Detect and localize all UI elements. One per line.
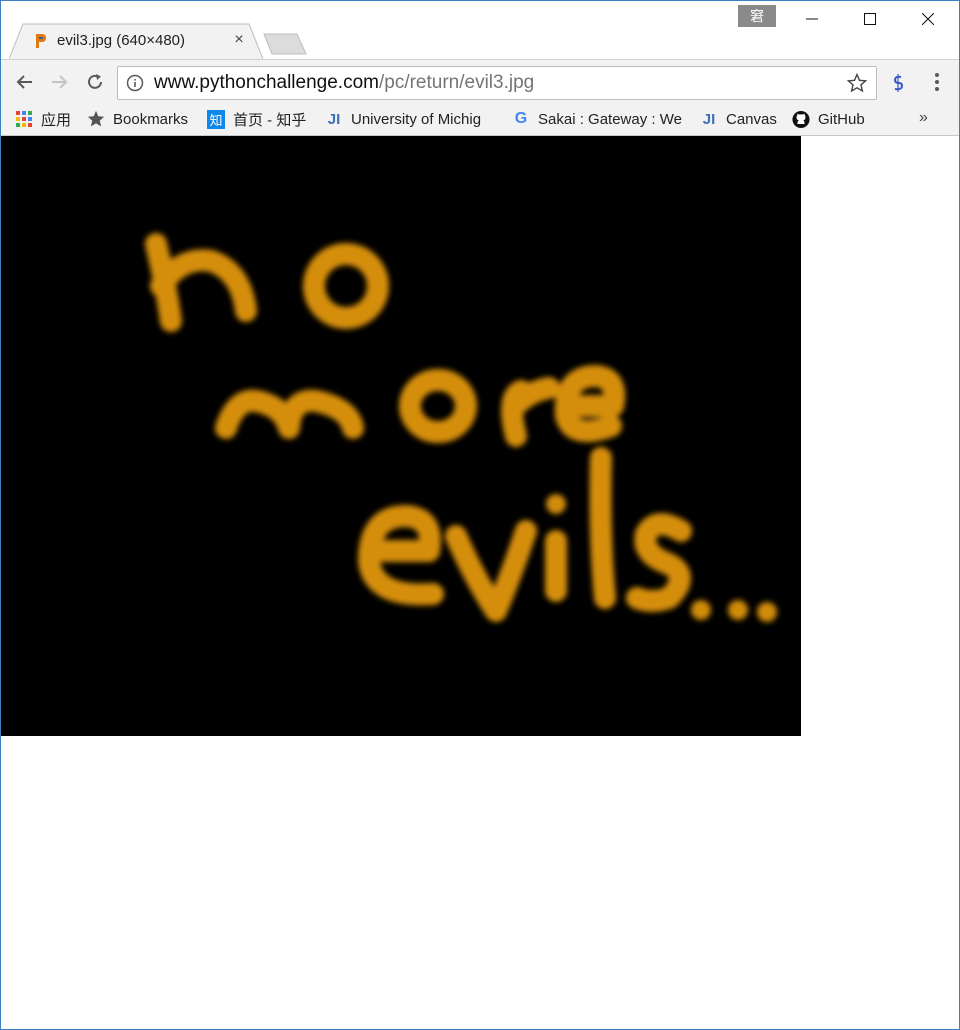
info-icon[interactable] xyxy=(126,74,144,92)
close-window-button[interactable] xyxy=(899,1,957,37)
minimize-button[interactable] xyxy=(783,1,841,37)
close-icon xyxy=(922,13,934,25)
bookmark-zhihu[interactable]: 知 首页 - 知乎 xyxy=(207,107,306,131)
forward-button[interactable] xyxy=(45,68,73,96)
bookmark-github[interactable]: GitHub xyxy=(792,107,865,131)
minimize-icon xyxy=(806,18,818,20)
bookmark-label: Canvas xyxy=(726,110,777,128)
apps-grid-icon xyxy=(15,110,33,128)
url-path: /pc/return/evil3.jpg xyxy=(378,72,535,93)
browser-window: evil3.jpg (640×480) × 窘 www.pythonchalle… xyxy=(0,0,960,1030)
bookmark-bookmarks[interactable]: Bookmarks xyxy=(87,107,188,131)
evil3-image xyxy=(1,136,801,736)
bookmark-label: 应用 xyxy=(41,111,72,129)
bookmark-sakai[interactable]: G Sakai : Gateway : We xyxy=(512,107,686,131)
reload-icon xyxy=(88,74,102,89)
profile-badge[interactable]: 窘 xyxy=(738,5,776,27)
new-tab-button[interactable] xyxy=(263,33,307,55)
bookmark-star-icon[interactable] xyxy=(847,73,867,93)
bookmarks-bar: 应用 Bookmarks 知 首页 - 知乎 JI University of … xyxy=(1,103,959,136)
maximize-button[interactable] xyxy=(841,1,899,37)
ji-icon: JI xyxy=(327,110,341,128)
star-icon xyxy=(87,110,105,128)
toolbar: www.pythonchallenge.com/pc/return/evil3.… xyxy=(1,59,959,104)
python-challenge-favicon-icon xyxy=(36,34,46,48)
bookmarks-overflow-chevron[interactable]: » xyxy=(919,109,928,127)
extension-icon[interactable] xyxy=(887,72,909,94)
bookmark-label: GitHub xyxy=(818,110,865,128)
bookmark-canvas[interactable]: JI Canvas xyxy=(700,107,777,131)
tab-title: evil3.jpg (640×480) xyxy=(57,32,186,49)
github-icon xyxy=(792,110,810,128)
bookmark-label: University of Michig xyxy=(351,110,482,128)
ji-icon: JI xyxy=(702,110,716,128)
url-host: www.pythonchallenge.com xyxy=(154,72,379,93)
bookmark-apps[interactable]: 应用 xyxy=(15,107,71,131)
bookmark-university-of-michigan[interactable]: JI University of Michig xyxy=(325,107,495,131)
menu-kebab-icon[interactable] xyxy=(927,70,947,94)
back-button[interactable] xyxy=(11,68,39,96)
google-icon: G xyxy=(514,110,528,127)
url-text: www.pythonchallenge.com/pc/return/evil3.… xyxy=(154,72,534,94)
reload-button[interactable] xyxy=(81,68,109,96)
back-arrow-icon xyxy=(16,75,32,89)
tab-close-icon[interactable]: × xyxy=(231,32,247,48)
link-extension-icon xyxy=(893,74,904,92)
active-tab[interactable]: evil3.jpg (640×480) × xyxy=(9,23,263,59)
bookmark-label: 首页 - 知乎 xyxy=(233,111,307,129)
bookmark-label: Bookmarks xyxy=(113,110,189,128)
forward-arrow-icon xyxy=(52,75,68,89)
page-content xyxy=(1,136,959,1029)
glowing-handwriting-picture xyxy=(145,233,777,622)
zhihu-icon: 知 xyxy=(207,109,225,129)
tab-strip: evil3.jpg (640×480) × 窘 xyxy=(1,1,959,59)
maximize-icon xyxy=(864,13,876,25)
address-bar[interactable]: www.pythonchallenge.com/pc/return/evil3.… xyxy=(117,66,877,100)
bookmark-label: Sakai : Gateway : We xyxy=(538,110,682,128)
